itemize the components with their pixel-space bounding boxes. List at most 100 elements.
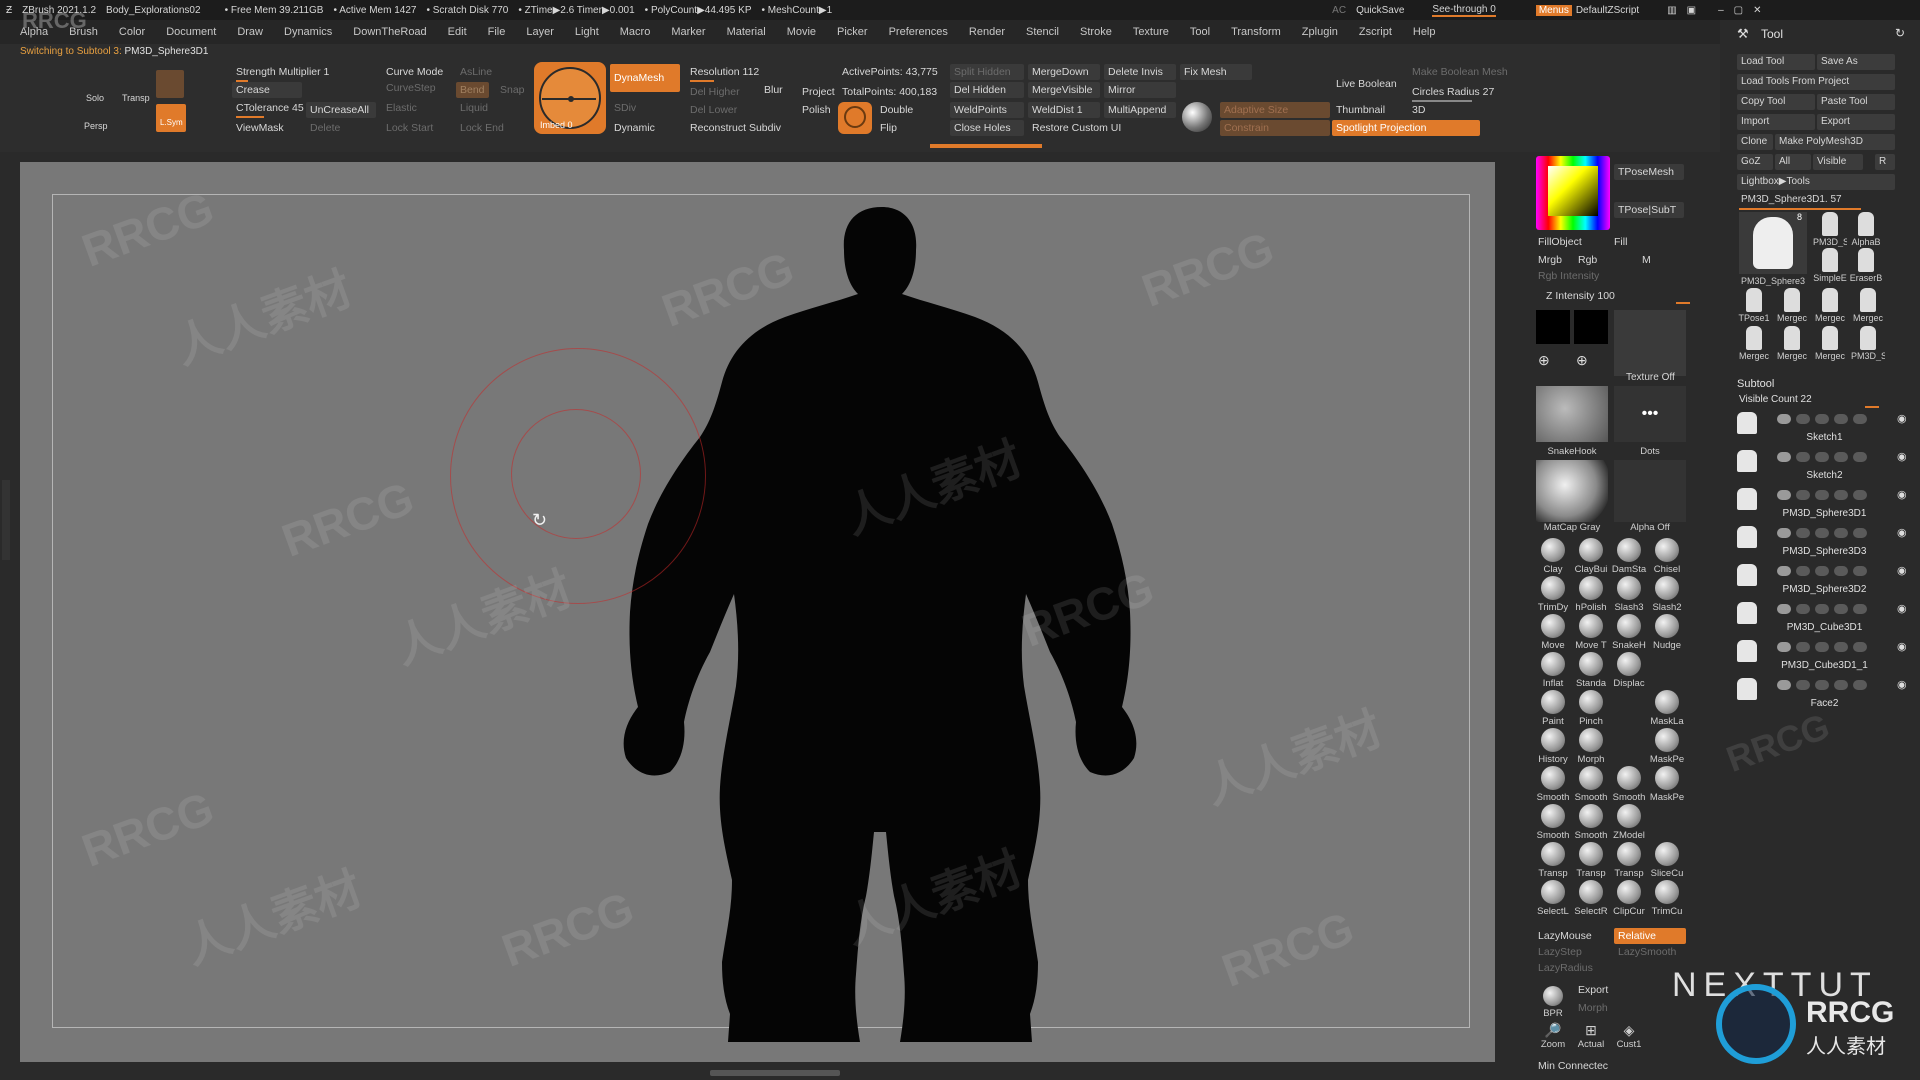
see-through-slider[interactable]: See-through 0 bbox=[1432, 4, 1496, 17]
brush-standa[interactable]: Standa bbox=[1572, 652, 1610, 689]
adaptive-size-button[interactable]: Adaptive Size bbox=[1220, 102, 1330, 118]
export-button[interactable]: Export bbox=[1574, 982, 1612, 998]
main-color-swatch[interactable] bbox=[1536, 310, 1570, 344]
subtool-toggles[interactable] bbox=[1777, 414, 1887, 426]
brush-maskla[interactable]: MaskLa bbox=[1648, 690, 1686, 727]
reconstruct-subdiv-button[interactable]: Reconstruct Subdiv bbox=[686, 120, 785, 136]
lazystep-slider[interactable]: LazyStep bbox=[1534, 944, 1586, 960]
menu-marker[interactable]: Marker bbox=[671, 26, 705, 38]
brush-selectl[interactable]: SelectL bbox=[1534, 880, 1572, 917]
3d-button[interactable]: 3D bbox=[1408, 102, 1429, 118]
fix-mesh-button[interactable]: Fix Mesh bbox=[1180, 64, 1252, 80]
menu-dynamics[interactable]: Dynamics bbox=[284, 26, 332, 38]
brush-slash3[interactable]: Slash3 bbox=[1610, 576, 1648, 613]
liquid-button[interactable]: Liquid bbox=[456, 100, 492, 116]
menu-picker[interactable]: Picker bbox=[837, 26, 868, 38]
menu-downtheroad[interactable]: DownTheRoad bbox=[353, 26, 426, 38]
menu-texture[interactable]: Texture bbox=[1133, 26, 1169, 38]
dynamic-button[interactable]: Dynamic bbox=[610, 120, 659, 136]
mergevisible-button[interactable]: MergeVisible bbox=[1028, 82, 1100, 98]
z-intensity-slider[interactable]: Z Intensity 100 bbox=[1542, 288, 1619, 304]
actual-button[interactable]: ⊞ Actual bbox=[1572, 1022, 1610, 1050]
crease-button[interactable]: Crease bbox=[232, 82, 302, 98]
brush-smooth[interactable]: Smooth bbox=[1534, 804, 1572, 841]
menu-file[interactable]: File bbox=[488, 26, 506, 38]
tool-thumbnail[interactable]: PM3D_S bbox=[1851, 326, 1885, 361]
subtool-toggles[interactable] bbox=[1777, 452, 1887, 464]
uncrease-all-button[interactable]: UnCreaseAll bbox=[306, 102, 376, 118]
make-boolean-mesh-button[interactable]: Make Boolean Mesh bbox=[1408, 64, 1512, 80]
bpr-button[interactable]: BPR bbox=[1534, 986, 1572, 1019]
subtool-header[interactable]: Subtool bbox=[1737, 378, 1774, 390]
rgb-button[interactable]: Rgb bbox=[1574, 252, 1601, 268]
circles-radius-slider[interactable]: Circles Radius 27 bbox=[1408, 84, 1498, 100]
ghost-button[interactable] bbox=[156, 70, 184, 98]
menu-document[interactable]: Document bbox=[166, 26, 216, 38]
tool-thumbnail[interactable]: SimpleE bbox=[1813, 248, 1847, 283]
subtool-toggles[interactable] bbox=[1777, 680, 1887, 692]
menu-edit[interactable]: Edit bbox=[448, 26, 467, 38]
brush-trimdy[interactable]: TrimDy bbox=[1534, 576, 1572, 613]
lightbox-tools-button[interactable]: Lightbox▶Tools bbox=[1737, 174, 1895, 190]
menu-macro[interactable]: Macro bbox=[620, 26, 651, 38]
mirror-button[interactable]: Mirror bbox=[1104, 82, 1176, 98]
dots-stroke-icon[interactable]: ••• bbox=[1614, 386, 1686, 442]
brush-pinch[interactable]: Pinch bbox=[1572, 690, 1610, 727]
r-button[interactable]: R bbox=[1875, 154, 1895, 170]
zoom-button[interactable]: 🔎 Zoom bbox=[1534, 1022, 1572, 1050]
brush-smooth[interactable]: Smooth bbox=[1610, 766, 1648, 803]
multiappend-button[interactable]: MultiAppend bbox=[1104, 102, 1176, 118]
del-higher-button[interactable]: Del Higher bbox=[686, 84, 744, 100]
persp-button[interactable]: Persp bbox=[80, 106, 112, 134]
menu-help[interactable]: Help bbox=[1413, 26, 1436, 38]
eye-icon[interactable]: ◉ bbox=[1897, 564, 1907, 577]
eye-icon[interactable]: ◉ bbox=[1897, 602, 1907, 615]
layout-icon[interactable]: ▥ bbox=[1667, 5, 1676, 16]
close-holes-button[interactable]: Close Holes bbox=[950, 120, 1024, 136]
menu-stencil[interactable]: Stencil bbox=[1026, 26, 1059, 38]
brush-snakeh[interactable]: SnakeH bbox=[1610, 614, 1648, 651]
visible-button[interactable]: Visible bbox=[1813, 154, 1863, 170]
lock-end-button[interactable]: Lock End bbox=[456, 120, 508, 136]
brush-claybui[interactable]: ClayBui bbox=[1572, 538, 1610, 575]
thumbnail-button[interactable]: Thumbnail bbox=[1332, 102, 1389, 118]
eye-icon[interactable]: ◉ bbox=[1897, 678, 1907, 691]
symmetry-d-icon[interactable]: ⊕ bbox=[1576, 352, 1604, 378]
brush-trimcu[interactable]: TrimCu bbox=[1648, 880, 1686, 917]
subtool-item[interactable]: ◉ PM3D_Cube3D1_1 bbox=[1737, 640, 1912, 672]
close-icon[interactable]: ✕ bbox=[1753, 5, 1761, 16]
quicksave-button[interactable]: QuickSave bbox=[1356, 5, 1404, 16]
menu-movie[interactable]: Movie bbox=[787, 26, 816, 38]
rgb-intensity-slider[interactable]: Rgb Intensity bbox=[1534, 268, 1603, 284]
sdiv-dial[interactable]: Imbed 0 bbox=[534, 62, 606, 134]
tool-thumbnail[interactable]: PM3D_S bbox=[1813, 212, 1847, 247]
blur-slider[interactable]: Blur bbox=[760, 82, 787, 98]
paste-tool-button[interactable]: Paste Tool bbox=[1817, 94, 1895, 110]
brush-history[interactable]: History bbox=[1534, 728, 1572, 765]
subtool-item[interactable]: ◉ PM3D_Sphere3D3 bbox=[1737, 526, 1912, 558]
menus-button[interactable]: Menus bbox=[1535, 4, 1572, 16]
brush-zmodel[interactable]: ZModel bbox=[1610, 804, 1648, 841]
secondary-color-swatch[interactable] bbox=[1574, 310, 1608, 344]
strength-multiplier-slider[interactable]: Strength Multiplier 1 bbox=[232, 64, 333, 80]
subtool-item[interactable]: ◉ Face2 bbox=[1737, 678, 1912, 710]
default-zscript-button[interactable]: DefaultZScript bbox=[1576, 5, 1639, 16]
brush-inflat[interactable]: Inflat bbox=[1534, 652, 1572, 689]
solo-button[interactable]: Solo bbox=[80, 76, 110, 106]
brush-selectr[interactable]: SelectR bbox=[1572, 880, 1610, 917]
del-hidden-button[interactable]: Del Hidden bbox=[950, 82, 1024, 98]
load-tool-button[interactable]: Load Tool bbox=[1737, 54, 1815, 70]
fill-button[interactable]: Fill bbox=[1610, 234, 1631, 250]
tool-thumbnail[interactable]: Mergec bbox=[1813, 288, 1847, 323]
maximize-icon[interactable]: ▢ bbox=[1734, 5, 1743, 16]
tool-thumbnail[interactable]: Mergec bbox=[1813, 326, 1847, 361]
brush-slicecu[interactable]: SliceCu bbox=[1648, 842, 1686, 879]
brush-maskpe[interactable]: MaskPe bbox=[1648, 728, 1686, 765]
brush-slash2[interactable]: Slash2 bbox=[1648, 576, 1686, 613]
curve-mode-button[interactable]: Curve Mode bbox=[382, 64, 447, 80]
make-polymesh3d-button[interactable]: Make PolyMesh3D bbox=[1775, 134, 1895, 150]
lazysmooth-slider[interactable]: LazySmooth bbox=[1614, 944, 1680, 960]
menu-stroke[interactable]: Stroke bbox=[1080, 26, 1112, 38]
menu-tool[interactable]: Tool bbox=[1190, 26, 1210, 38]
live-boolean-button[interactable]: Live Boolean bbox=[1332, 76, 1401, 92]
